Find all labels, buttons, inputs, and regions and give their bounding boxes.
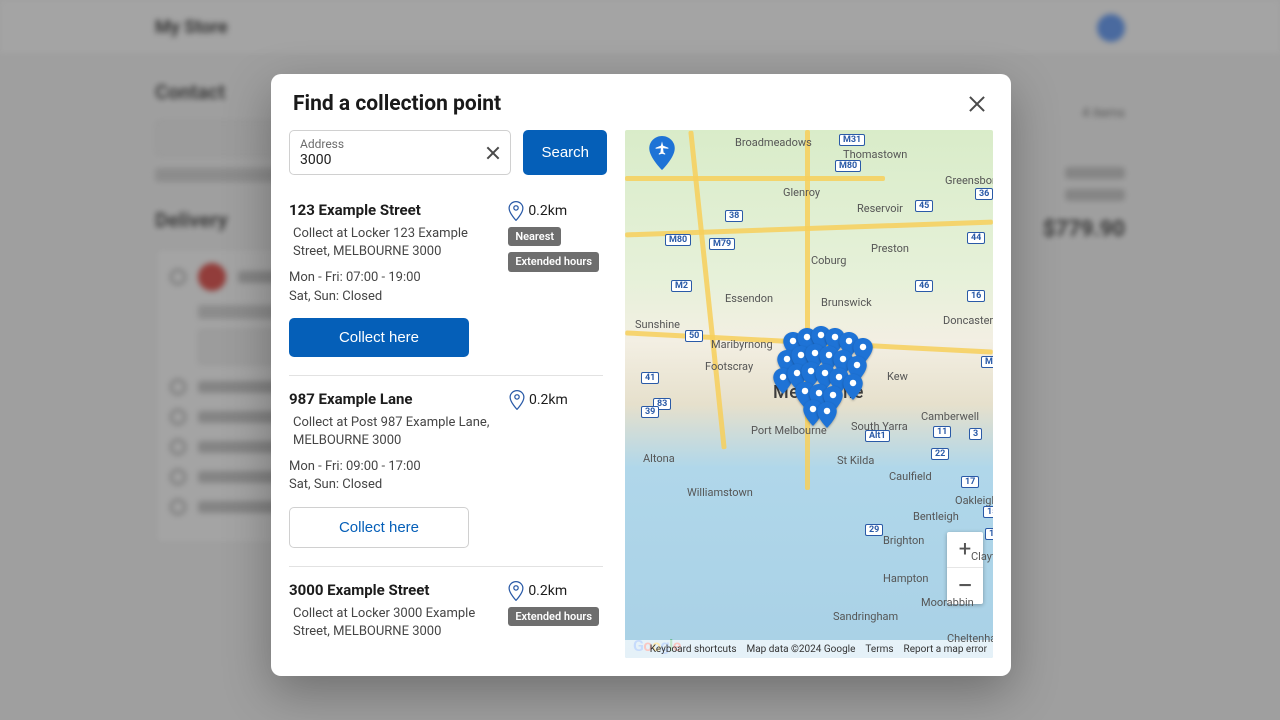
highway-badge: 22 — [931, 448, 949, 460]
suburb-label: Maribyrnong — [711, 338, 773, 351]
map-pin-icon[interactable] — [843, 374, 863, 400]
result-item: 123 Example Street Collect at Locker 123… — [289, 187, 603, 376]
pin-icon — [508, 201, 524, 221]
suburb-label: Bentleigh — [913, 510, 959, 523]
suburb-label: Clayton — [971, 550, 993, 563]
pin-icon — [509, 390, 525, 410]
suburb-label: Broadmeadows — [735, 136, 812, 149]
highway-badge: Alt1 — [865, 430, 890, 442]
pin-icon — [508, 581, 524, 601]
address-value: 3000 — [300, 152, 476, 168]
address-label: Address — [300, 137, 476, 151]
suburb-label: Hampton — [883, 572, 929, 585]
address-input[interactable]: Address 3000 — [289, 130, 511, 175]
collect-here-button[interactable]: Collect here — [289, 507, 469, 548]
map[interactable]: Melbourne + − Google Keyboard shortcuts … — [625, 130, 993, 658]
result-distance: 0.2km — [529, 392, 568, 408]
suburb-label: Port Melbourne — [751, 424, 827, 437]
result-description: Collect at Locker 123 Example Street, ME… — [289, 225, 498, 261]
highway-badge: 36 — [975, 188, 993, 200]
keyboard-shortcuts-link[interactable]: Keyboard shortcuts — [650, 644, 737, 655]
suburb-label: Moorabbin — [921, 596, 974, 609]
modal-title: Find a collection point — [293, 92, 965, 116]
highway-badge: 29 — [865, 524, 883, 536]
suburb-label: Kew — [887, 370, 908, 383]
collect-here-button[interactable]: Collect here — [289, 318, 469, 357]
suburb-label: Camberwell — [921, 410, 979, 423]
suburb-label: Preston — [871, 242, 909, 255]
highway-badge: 41 — [641, 372, 659, 384]
suburb-label: Coburg — [811, 254, 846, 267]
extended-hours-tag: Extended hours — [508, 252, 599, 271]
suburb-label: Caulfield — [889, 470, 932, 483]
close-icon[interactable] — [965, 92, 989, 116]
suburb-label: Brunswick — [821, 296, 872, 309]
result-hours: Mon - Fri: 07:00 - 19:00Sat, Sun: Closed — [289, 269, 498, 305]
result-name: 3000 Example Street — [289, 581, 498, 599]
result-name: 123 Example Street — [289, 201, 498, 219]
result-distance: 0.2km — [528, 583, 567, 599]
highway-badge: 11 — [933, 426, 951, 438]
suburb-label: Reservoir — [857, 202, 903, 215]
collection-point-modal: Find a collection point Address 3000 Sea… — [271, 74, 1011, 676]
highway-badge: 44 — [967, 232, 985, 244]
result-description: Collect at Locker 3000 Example Street, M… — [289, 605, 498, 641]
results-list[interactable]: 123 Example Street Collect at Locker 123… — [289, 187, 607, 658]
suburb-label: Brighton — [883, 534, 924, 547]
suburb-label: Doncaster — [943, 314, 993, 327]
highway-badge: M3 — [981, 356, 993, 368]
suburb-label: Essendon — [725, 292, 773, 305]
report-link[interactable]: Report a map error — [904, 644, 987, 655]
terms-link[interactable]: Terms — [865, 644, 893, 655]
result-description: Collect at Post 987 Example Lane, MELBOU… — [289, 414, 499, 450]
highway-badge: 18 — [985, 528, 993, 540]
suburb-label: Footscray — [705, 360, 753, 373]
highway-badge: 38 — [725, 210, 743, 222]
clear-icon[interactable] — [484, 144, 502, 162]
result-distance: 0.2km — [528, 203, 567, 219]
suburb-label: Sandringham — [833, 610, 898, 623]
suburb-label: Cheltenham — [947, 632, 993, 645]
suburb-label: St Kilda — [837, 454, 874, 467]
extended-hours-tag: Extended hours — [508, 607, 599, 626]
airport-pin-icon[interactable] — [649, 136, 675, 170]
highway-badge: 46 — [915, 280, 933, 292]
highway-badge: M80 — [665, 234, 691, 246]
suburb-label: Greensborough — [945, 174, 993, 187]
highway-badge: M80 — [835, 160, 861, 172]
highway-badge: 15 — [983, 506, 993, 518]
suburb-label: Sunshine — [635, 318, 680, 331]
highway-badge: 3 — [969, 428, 982, 440]
map-data-label: Map data ©2024 Google — [747, 644, 856, 655]
highway-badge: 50 — [685, 330, 703, 342]
nearest-tag: Nearest — [508, 227, 561, 246]
highway-badge: M2 — [671, 280, 692, 292]
highway-badge: 17 — [961, 476, 979, 488]
suburb-label: Glenroy — [783, 186, 820, 199]
zoom-control: + − — [947, 532, 983, 604]
search-button[interactable]: Search — [523, 130, 607, 175]
result-item: 3000 Example Street Collect at Locker 30… — [289, 567, 603, 659]
suburb-label: Altona — [643, 452, 675, 465]
highway-badge: 39 — [641, 406, 659, 418]
highway-badge: 45 — [915, 200, 933, 212]
highway-badge: M31 — [839, 134, 865, 146]
highway-badge: 16 — [967, 290, 985, 302]
result-item: 987 Example Lane Collect at Post 987 Exa… — [289, 376, 603, 567]
suburb-label: Williamstown — [687, 486, 753, 499]
result-name: 987 Example Lane — [289, 390, 499, 408]
result-hours: Mon - Fri: 09:00 - 17:00Sat, Sun: Closed — [289, 458, 499, 494]
map-attribution: Keyboard shortcuts Map data ©2024 Google… — [625, 640, 993, 658]
highway-badge: M79 — [709, 238, 735, 250]
